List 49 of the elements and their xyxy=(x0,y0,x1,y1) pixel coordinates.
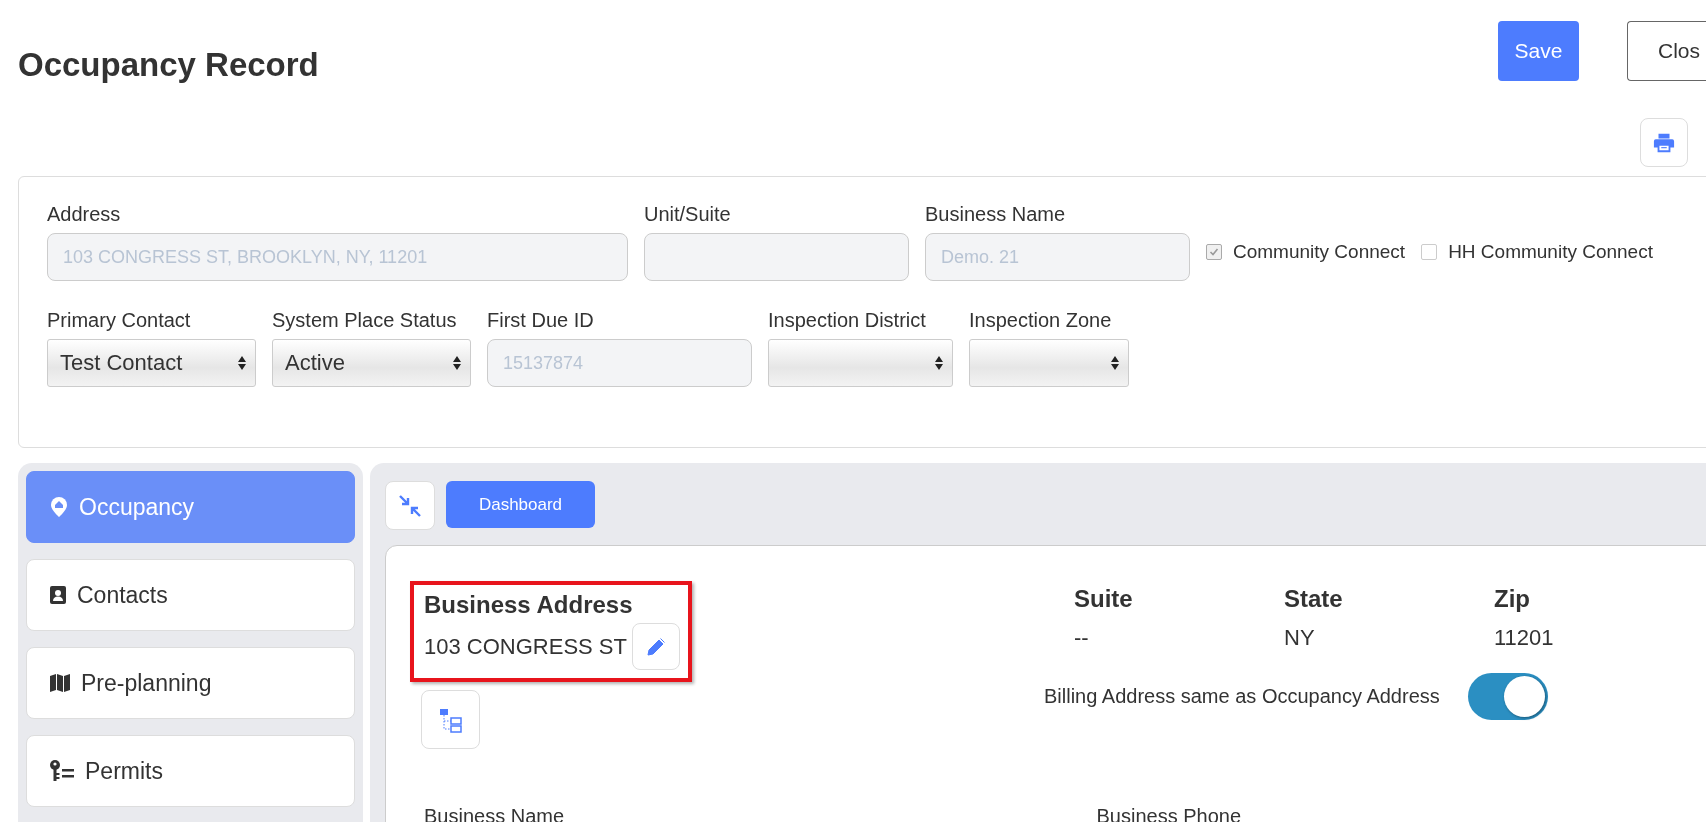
hierarchy-button[interactable] xyxy=(421,690,480,749)
sort-caret-icon xyxy=(237,355,247,371)
contact-card-icon xyxy=(49,585,67,605)
hierarchy-icon xyxy=(437,706,464,733)
sidebar-item[interactable]: Pre-planning xyxy=(26,647,355,719)
column-heading: Zip xyxy=(1494,585,1531,613)
close-button[interactable]: Clos xyxy=(1627,21,1706,81)
sort-caret-icon xyxy=(452,355,462,371)
checkmark-icon xyxy=(1209,247,1219,257)
field-label: Inspection District xyxy=(768,309,927,332)
dashboard-button[interactable]: Dashboard xyxy=(446,481,595,528)
select-field[interactable]: Test Contact xyxy=(47,339,256,387)
sidebar-item[interactable]: Permits xyxy=(26,735,355,807)
toggle-switch[interactable] xyxy=(1467,673,1548,720)
pencil-icon xyxy=(645,636,666,657)
field-label: First Due ID xyxy=(487,309,595,332)
select-field[interactable] xyxy=(969,339,1129,387)
collapse-button[interactable] xyxy=(385,481,435,530)
column-value: NY xyxy=(1284,625,1316,651)
column-heading: Suite xyxy=(1074,585,1134,613)
field-label: Business Name xyxy=(925,203,1067,226)
field-label: Inspection Zone xyxy=(969,309,1113,332)
select-field[interactable] xyxy=(768,339,953,387)
column-value: -- xyxy=(1074,625,1090,651)
checkbox-label: Community Connect xyxy=(1233,241,1406,263)
save-button[interactable]: Save xyxy=(1498,21,1579,81)
map-icon xyxy=(49,673,71,693)
field-label: System Place Status xyxy=(272,309,458,332)
field-label: Unit/Suite xyxy=(644,203,732,226)
field-label: Primary Contact xyxy=(47,309,192,332)
checkbox[interactable] xyxy=(1421,244,1438,260)
collapse-arrows-icon xyxy=(397,492,423,519)
map-pin-icon xyxy=(49,496,69,518)
sort-caret-icon xyxy=(934,355,944,371)
field-label: Address xyxy=(47,203,122,226)
sidebar-item[interactable]: Contacts xyxy=(26,559,355,631)
key-list-icon xyxy=(49,759,75,783)
edit-button[interactable] xyxy=(631,623,680,670)
billing-toggle-label: Billing Address same as Occupancy Address xyxy=(1044,685,1440,708)
column-value: 11201 xyxy=(1494,625,1555,651)
select-field[interactable]: Active xyxy=(272,339,471,387)
print-button[interactable] xyxy=(1640,118,1688,167)
sort-caret-icon xyxy=(1110,355,1120,371)
business-address-value: 103 CONGRESS ST xyxy=(424,633,627,660)
page-title: Occupancy Record xyxy=(18,46,319,84)
business-address-heading: Business Address xyxy=(424,591,634,619)
checkbox-label: HH Community Connect xyxy=(1448,241,1653,263)
column-heading: State xyxy=(1284,585,1344,613)
printer-icon xyxy=(1653,131,1675,154)
